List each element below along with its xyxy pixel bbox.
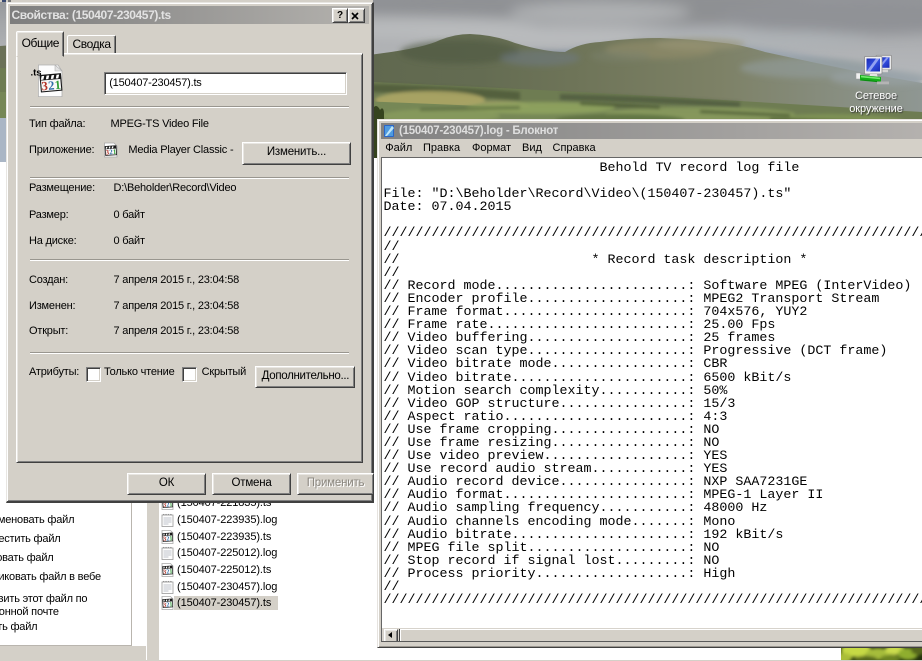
- svg-text:1: 1: [169, 601, 173, 608]
- svg-text:1: 1: [169, 568, 173, 575]
- svg-text:.ts: .ts: [31, 68, 42, 79]
- svg-text:1: 1: [54, 78, 61, 92]
- svg-text:1: 1: [169, 535, 173, 542]
